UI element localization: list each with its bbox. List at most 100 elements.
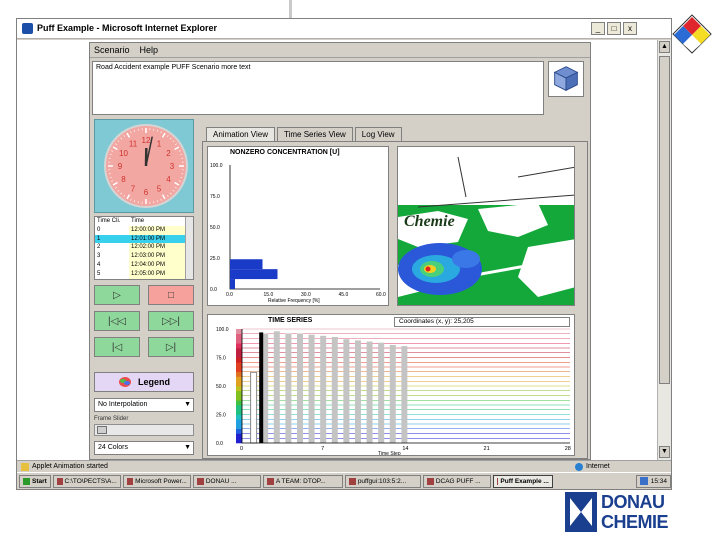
clock-tick xyxy=(178,150,181,152)
maximize-button[interactable]: □ xyxy=(607,22,621,35)
histogram-xtick: 60.0 xyxy=(376,292,386,298)
taskbar-item[interactable]: Microsoft Power... xyxy=(122,474,191,488)
taskbar-item[interactable]: puffgui:103:5:2... xyxy=(344,474,421,488)
clock-tick xyxy=(156,200,159,203)
legend-button[interactable]: Legend xyxy=(94,372,194,392)
close-button[interactable]: x xyxy=(623,22,637,35)
clock-tick xyxy=(156,129,159,132)
colorbar-band xyxy=(236,405,242,411)
colorbar-band xyxy=(236,400,242,406)
applet-icon xyxy=(21,462,29,471)
taskbar-item[interactable]: DCAG PUFF ... xyxy=(422,474,491,488)
app-icon xyxy=(496,477,499,485)
current-step-marker xyxy=(259,332,264,443)
legend-icon xyxy=(118,377,131,387)
time-series-bar xyxy=(354,340,361,443)
time-series-ytick: 25.0 xyxy=(216,413,226,419)
taskbar-item-label: DONAU ... xyxy=(205,477,237,485)
time-table-header: Time Cli. Time xyxy=(95,217,193,226)
scroll-thumb[interactable] xyxy=(659,56,670,384)
histogram-xtick: 0.0 xyxy=(226,292,233,298)
colorbar-band xyxy=(236,338,242,344)
start-button[interactable]: Start xyxy=(19,474,51,488)
first-frame-button[interactable]: |◁◁ xyxy=(94,311,140,331)
colorbar-band xyxy=(236,333,242,339)
taskbar-item-label: Puff Example ... xyxy=(500,477,549,485)
time-table-row[interactable]: 1 12:01:00 PM xyxy=(95,234,193,244)
system-tray: 15:34 xyxy=(635,474,671,488)
time-table-row[interactable]: 2 12:02:00 PM xyxy=(95,243,193,253)
page-scrollbar[interactable]: ▲ ▼ xyxy=(657,40,671,460)
last-frame-button[interactable]: ▷▷| xyxy=(148,311,194,331)
taskbar-item[interactable]: A TEAM: DTOP... xyxy=(262,474,343,488)
histogram-ytick: 0.0 xyxy=(210,287,217,293)
color-mode-select[interactable]: 24 Colors ▼ xyxy=(94,441,194,455)
interpolation-select[interactable]: No Interpolation ▼ xyxy=(94,398,194,412)
status-text: Applet Animation started xyxy=(32,463,108,470)
clock-numeral: 10 xyxy=(119,149,128,158)
clock-tick xyxy=(166,194,169,197)
control-panel: 12 1 2 3 4 5 6 7 8 9 10 11 Time Cli. Time 0 12:00:00… xyxy=(94,119,196,459)
tab-animation-view[interactable]: Animation View xyxy=(206,127,275,141)
histogram-ytick: 100.0 xyxy=(210,163,223,169)
taskbar-item[interactable]: Puff Example ... xyxy=(492,474,553,488)
frame-slider[interactable] xyxy=(94,424,194,436)
tab-time-series-view[interactable]: Time Series View xyxy=(277,127,353,141)
clock-tick xyxy=(112,146,118,151)
time-table-row[interactable]: 4 12:04:00 PM xyxy=(95,260,193,270)
histogram-ytick: 25.0 xyxy=(210,256,220,262)
time-table-row[interactable]: 5 12:05:00 PM xyxy=(95,269,193,279)
clock-tick xyxy=(172,140,175,143)
clock-tick xyxy=(160,131,162,134)
clock-tick xyxy=(109,153,112,156)
next-frame-button[interactable]: ▷| xyxy=(148,337,194,357)
frame-slider-knob[interactable] xyxy=(97,426,107,434)
play-button[interactable]: ▷ xyxy=(94,285,140,305)
menu-help[interactable]: Help xyxy=(140,43,159,57)
scenario-description[interactable]: Road Accident example PUFF Scenario more… xyxy=(92,61,544,115)
colorbar-band xyxy=(236,419,242,425)
time-table-row[interactable]: 0 12:00:00 PM xyxy=(95,225,193,235)
taskbar-item-label: Microsoft Power... xyxy=(135,477,187,485)
clock-tick xyxy=(174,181,180,186)
histogram-panel: NONZERO CONCENTRATION [U] 100.0 75.0 50.0 2… xyxy=(207,146,389,306)
clock-tick xyxy=(133,129,136,132)
clock-tick xyxy=(133,200,136,203)
histogram-bar xyxy=(230,259,263,270)
tab-log-view[interactable]: Log View xyxy=(354,127,402,141)
time-series-bar xyxy=(331,336,338,443)
clock-tick xyxy=(123,194,126,197)
colorbar-band xyxy=(236,352,242,358)
time-series-bar xyxy=(389,344,396,443)
colorbar-band xyxy=(236,390,242,396)
minimize-button[interactable]: _ xyxy=(591,22,605,35)
prev-frame-button[interactable]: |◁ xyxy=(94,337,140,357)
menu-bar: Scenario Help xyxy=(90,43,590,58)
scroll-down-arrow-icon[interactable]: ▼ xyxy=(659,446,670,458)
stop-button[interactable]: □ xyxy=(148,285,194,305)
app-icon xyxy=(196,477,204,485)
colorbar-band xyxy=(236,428,242,434)
clock-tick xyxy=(161,132,166,138)
app-icon xyxy=(348,477,356,485)
clock-numeral: 12 xyxy=(142,136,151,145)
clock-tick xyxy=(130,131,132,134)
tray-clock: 15:34 xyxy=(650,477,667,485)
taskbar-item[interactable]: DONAU ... xyxy=(192,474,261,488)
scroll-up-arrow-icon[interactable]: ▲ xyxy=(659,41,670,53)
time-value-cell: 12:03:00 PM xyxy=(129,252,185,261)
clock-tick xyxy=(180,176,183,179)
time-series-bar xyxy=(273,331,280,443)
clock-tick xyxy=(117,189,120,192)
time-index-cell: 1 xyxy=(95,234,129,244)
chevron-down-icon: ▼ xyxy=(184,401,191,408)
time-table-row[interactable]: 3 12:03:00 PM xyxy=(95,252,193,261)
taskbar-item[interactable]: C:\TO\PECTS\A... xyxy=(52,474,121,488)
menu-scenario[interactable]: Scenario xyxy=(94,43,130,57)
time-series-bar xyxy=(320,335,327,443)
clock-tick xyxy=(169,192,172,195)
histogram-xtick: 45.0 xyxy=(339,292,349,298)
taskbar-item-label: puffgui:103:5:2... xyxy=(357,477,407,485)
time-table-scrollbar[interactable] xyxy=(185,217,193,279)
taskbar-item-label: C:\TO\PECTS\A... xyxy=(64,477,117,485)
